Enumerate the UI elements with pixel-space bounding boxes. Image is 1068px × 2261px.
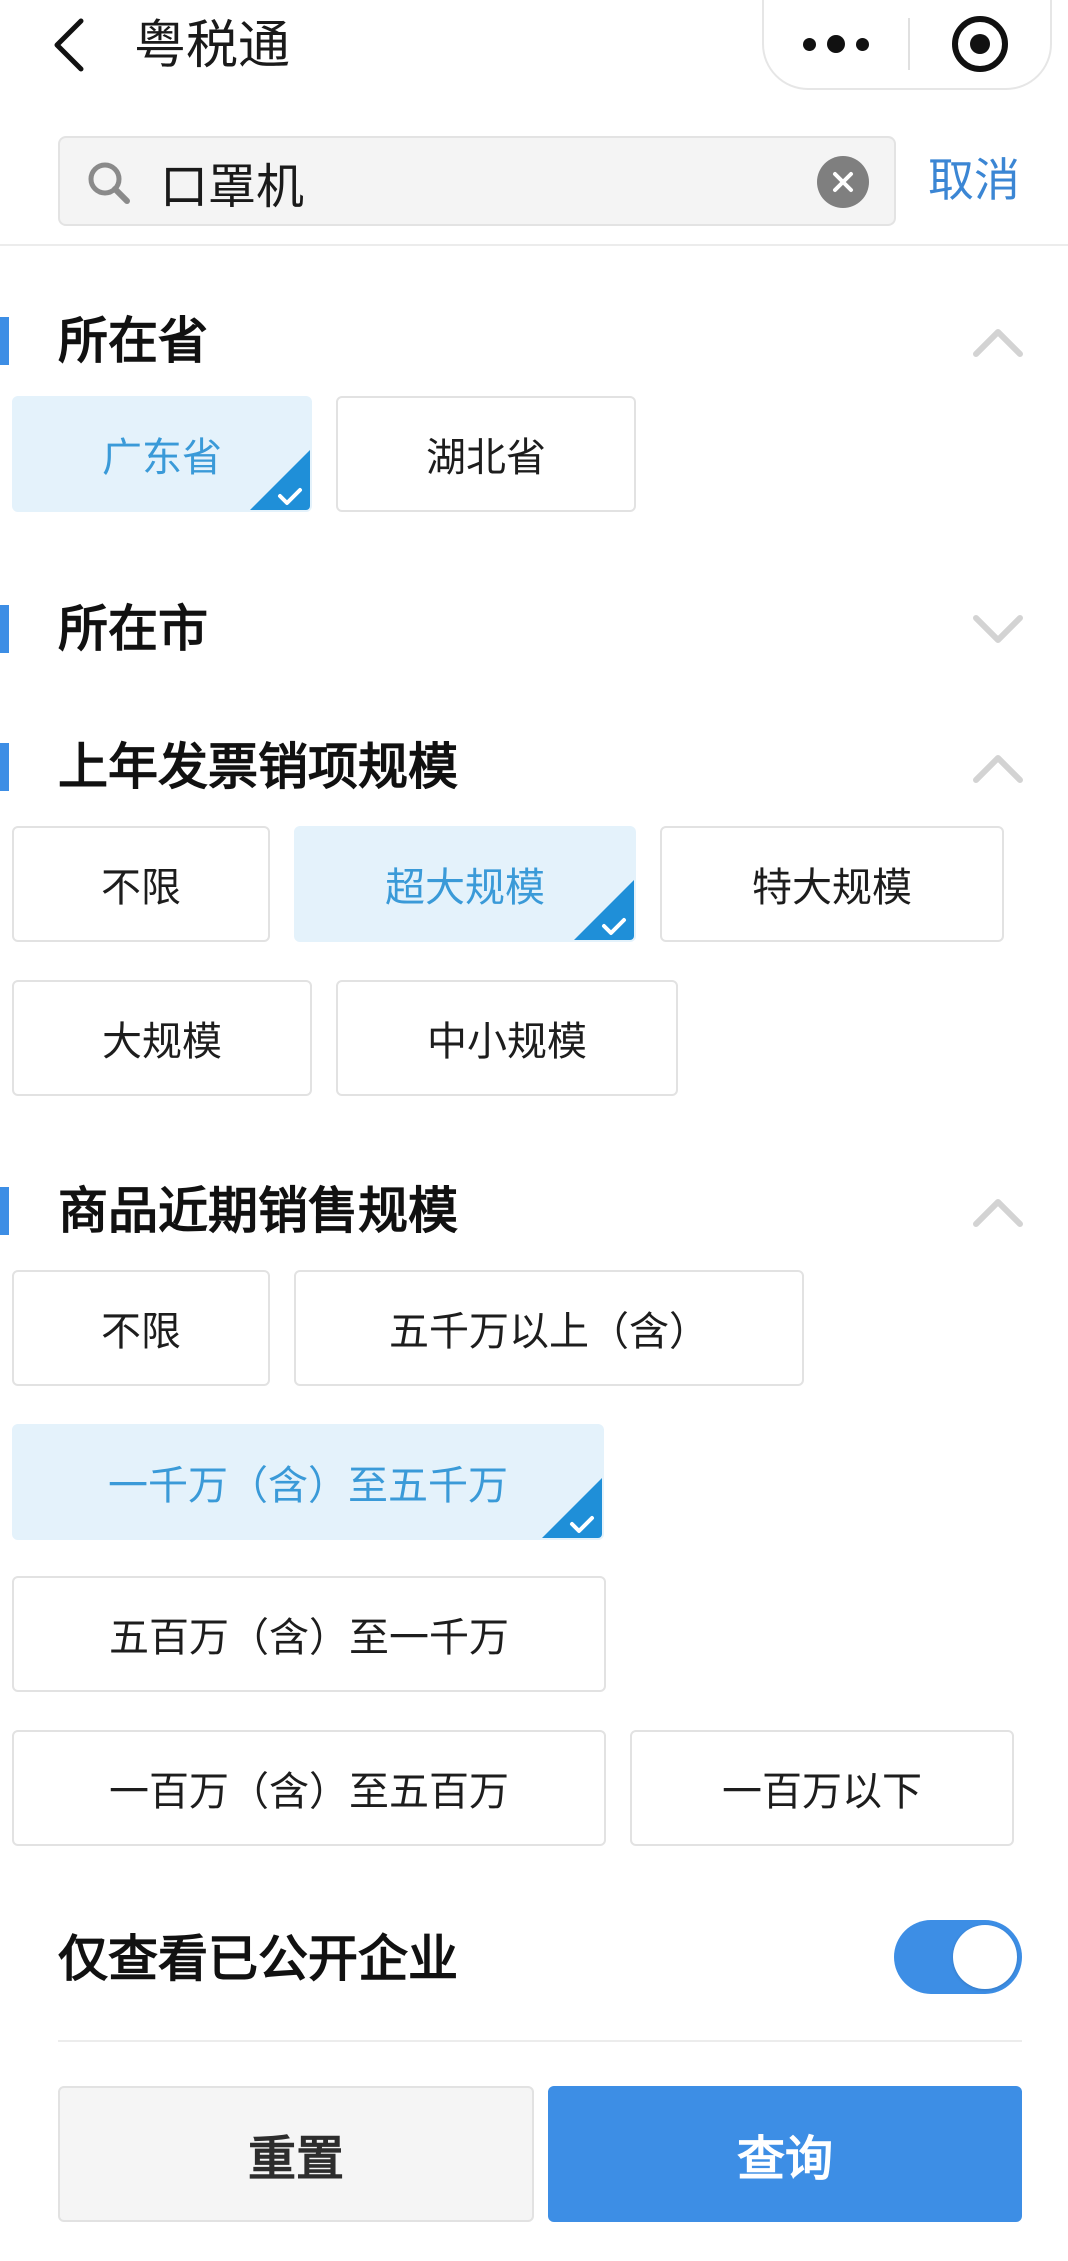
more-button[interactable] [764,0,908,88]
section-header-city[interactable]: 所在市 [0,594,1068,664]
option-chip[interactable]: 广东省 [12,396,312,512]
section-header-recent-sales[interactable]: 商品近期销售规模 [0,1176,1068,1246]
clear-button[interactable] [817,156,869,208]
option-chip[interactable]: 不限 [12,826,270,942]
option-label: 不限 [101,865,181,911]
selected-check-icon [250,450,310,510]
close-miniprogram-icon [952,16,1008,72]
page-title: 粤税通 [134,16,291,76]
section-title: 上年发票销项规模 [58,738,458,796]
clear-icon [833,172,853,192]
option-chip[interactable]: 五千万以上（含） [294,1270,804,1386]
option-chip[interactable]: 五百万（含）至一千万 [12,1576,606,1692]
miniprogram-capsule [762,0,1052,90]
option-label: 中小规模 [427,1019,587,1065]
search-box[interactable] [58,136,896,226]
option-label: 一千万（含）至五千万 [108,1463,508,1509]
search-input[interactable] [160,146,850,218]
section-title: 所在市 [58,600,208,658]
chevron-up-icon[interactable] [968,320,1028,362]
section-accent-bar [0,743,9,791]
cancel-button[interactable]: 取消 [928,148,1020,212]
public-only-toggle[interactable] [894,1920,1022,1994]
toggle-knob [953,1925,1017,1989]
reset-button[interactable]: 重置 [58,2086,534,2222]
back-button[interactable] [38,10,98,80]
selected-check-icon [542,1478,602,1538]
option-label: 五百万（含）至一千万 [109,1615,509,1661]
chevron-up-icon[interactable] [968,746,1028,788]
option-chip[interactable]: 中小规模 [336,980,678,1096]
option-label: 五千万以上（含） [389,1309,709,1355]
option-chip[interactable]: 一千万（含）至五千万 [12,1424,604,1540]
option-label: 湖北省 [426,435,546,481]
option-label: 不限 [101,1309,181,1355]
divider [58,2040,1022,2042]
option-chip[interactable]: 一百万以下 [630,1730,1014,1846]
more-dots-icon [803,35,869,53]
option-label: 广东省 [102,435,222,481]
divider [0,244,1068,246]
back-arrow-icon [54,18,84,72]
section-title: 所在省 [58,312,208,370]
option-label: 超大规模 [385,865,545,911]
section-header-invoice-scale[interactable]: 上年发票销项规模 [0,732,1068,802]
option-chip[interactable]: 湖北省 [336,396,636,512]
option-chip[interactable]: 大规模 [12,980,312,1096]
chevron-down-icon[interactable] [968,608,1028,650]
option-label: 大规模 [102,1019,222,1065]
option-chip[interactable]: 一百万（含）至五百万 [12,1730,606,1846]
section-accent-bar [0,605,9,653]
section-title: 商品近期销售规模 [58,1182,458,1240]
nav-bar: 粤税通 [0,0,1068,100]
option-label: 特大规模 [752,865,912,911]
selected-check-icon [574,880,634,940]
option-chip[interactable]: 特大规模 [660,826,1004,942]
section-header-province[interactable]: 所在省 [0,306,1068,376]
section-accent-bar [0,1187,9,1235]
option-chip[interactable]: 超大规模 [294,826,636,942]
query-button[interactable]: 查询 [548,2086,1022,2222]
chevron-up-icon[interactable] [968,1190,1028,1232]
search-row: 取消 [0,136,1068,226]
close-miniprogram-button[interactable] [910,0,1050,88]
option-label: 一百万（含）至五百万 [109,1769,509,1815]
public-only-label: 仅查看已公开企业 [58,1930,458,1988]
section-accent-bar [0,317,9,365]
search-icon [88,162,130,204]
option-chip[interactable]: 不限 [12,1270,270,1386]
option-label: 一百万以下 [722,1769,922,1815]
